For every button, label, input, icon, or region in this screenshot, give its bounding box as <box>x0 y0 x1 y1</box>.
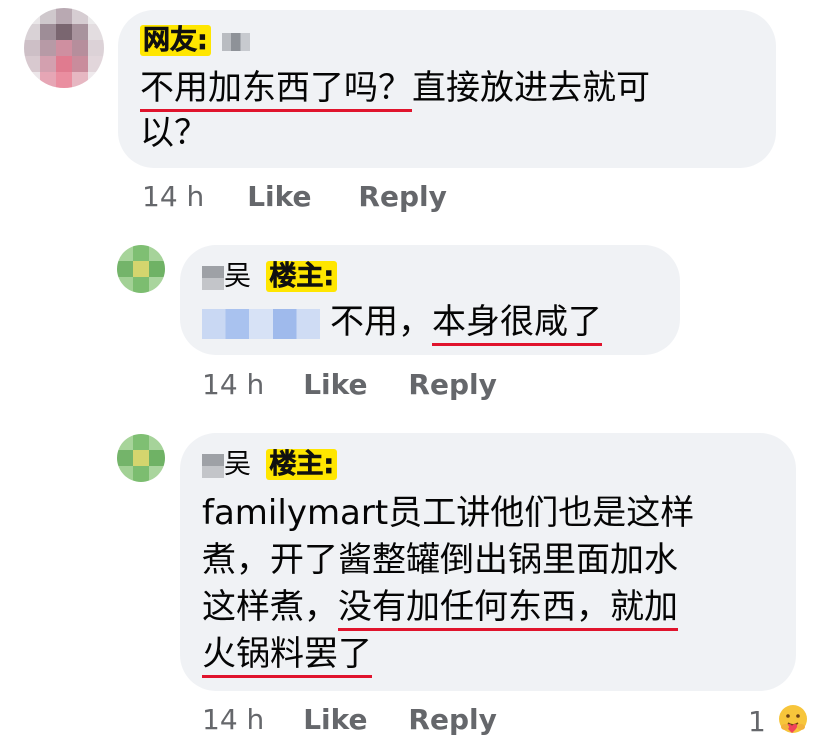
underlined-text: 不用加东西了吗？ <box>140 68 412 112</box>
comment-actions: 14 h Like Reply <box>202 703 497 737</box>
comment-actions: 14 h Like Reply <box>202 368 497 402</box>
author-tag: 楼主: <box>266 261 338 292</box>
comment-author[interactable]: 吴 楼主: <box>202 448 338 482</box>
comment-author[interactable]: 吴 楼主: <box>202 260 338 294</box>
blurred-name <box>222 32 251 51</box>
author-name: 吴 <box>224 449 251 480</box>
avatar[interactable] <box>117 245 165 293</box>
timestamp[interactable]: 14 h <box>202 368 264 401</box>
author-name: 吴 <box>224 261 251 292</box>
avatar[interactable] <box>24 8 104 88</box>
like-button[interactable]: Like <box>303 703 367 736</box>
timestamp[interactable]: 14 h <box>202 703 264 736</box>
comment-text: 不用，本身很咸了 <box>202 300 672 346</box>
comment-author[interactable]: 网友: <box>140 24 251 58</box>
reply-button[interactable]: Reply <box>408 703 496 736</box>
comment-text-part: 直接放进去就可 <box>412 68 650 108</box>
reaction-count: 1 <box>748 705 766 738</box>
timestamp[interactable]: 14 h <box>142 180 204 213</box>
like-button[interactable]: Like <box>303 368 367 401</box>
reply-button[interactable]: Reply <box>358 180 446 213</box>
comment-text-part: 这样煮， <box>202 587 338 627</box>
care-emoji-icon <box>777 703 809 743</box>
reaction-summary[interactable]: 1 <box>748 703 809 743</box>
comment-text-part: 以？ <box>140 113 208 153</box>
blurred-name <box>202 453 224 478</box>
blurred-mention[interactable] <box>202 308 320 339</box>
underlined-text: 本身很咸了 <box>432 302 602 346</box>
comment-actions: 14 h Like Reply <box>142 180 447 214</box>
avatar[interactable] <box>117 434 165 482</box>
comment-text-part: 不用， <box>330 302 432 342</box>
reply-button[interactable]: Reply <box>408 368 496 401</box>
author-tag: 网友: <box>140 25 211 56</box>
comment-text: familymart员工讲他们也是这样 煮，开了酱整罐倒出锅里面加水 这样煮，没… <box>202 490 792 678</box>
underlined-text: 没有加任何东西 <box>338 587 576 631</box>
comment-text: 不用加东西了吗？直接放进去就可 以？ <box>140 66 760 156</box>
author-tag: 楼主: <box>266 449 338 480</box>
like-button[interactable]: Like <box>247 180 311 213</box>
blurred-name <box>202 265 224 290</box>
underlined-text: ，就加 <box>576 587 678 631</box>
comment-text-part: 煮，开了酱整罐倒出锅里面加水 <box>202 540 678 580</box>
comment-text-part: familymart员工讲他们也是这样 <box>202 493 695 533</box>
underlined-text: 火锅料罢了 <box>202 634 372 678</box>
